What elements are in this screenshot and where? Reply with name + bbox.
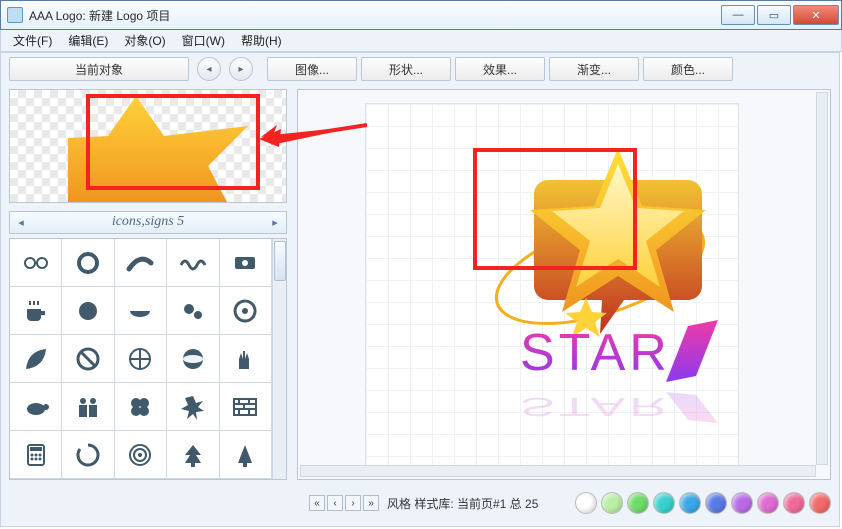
swatch-4[interactable]: [679, 492, 701, 514]
style-next-button[interactable]: ›: [345, 495, 361, 511]
icon-clover[interactable]: [115, 383, 167, 431]
menu-help[interactable]: 帮助(H): [233, 30, 290, 51]
scrollbar-thumb[interactable]: [274, 241, 286, 281]
preview-highlight-box: [86, 94, 260, 190]
svg-text:STAR: STAR: [520, 392, 671, 421]
swatch-9[interactable]: [809, 492, 831, 514]
toolbar: 当前对象 ◂ ▸ 图像... 形状... 效果... 渐变... 颜色...: [1, 53, 839, 85]
right-panel: STAR STAR: [297, 89, 831, 480]
icon-bowl[interactable]: [115, 287, 167, 335]
icon-hand-print[interactable]: [220, 335, 272, 383]
app-icon: [7, 7, 23, 23]
canvas-highlight-box: [473, 148, 637, 270]
swatch-7[interactable]: [757, 492, 779, 514]
window-title: AAA Logo: 新建 Logo 项目: [29, 7, 170, 24]
current-object-button[interactable]: 当前对象: [9, 57, 189, 81]
shape-label: 形状...: [389, 61, 423, 78]
swatch-0[interactable]: [575, 492, 597, 514]
shape-button[interactable]: 形状...: [361, 57, 451, 81]
library-header: ◂ icons,signs 5 ▸: [9, 211, 287, 234]
canvas[interactable]: STAR STAR: [297, 89, 831, 480]
icon-brick-wall[interactable]: [220, 383, 272, 431]
icon-tree-2[interactable]: [220, 431, 272, 479]
app-body: 当前对象 ◂ ▸ 图像... 形状... 效果... 渐变... 颜色... ◂…: [0, 52, 840, 527]
main-split: ◂ icons,signs 5 ▸: [9, 89, 831, 480]
icon-spiral-3[interactable]: [115, 431, 167, 479]
current-object-label: 当前对象: [75, 61, 123, 78]
color-button[interactable]: 颜色...: [643, 57, 733, 81]
menu-bar: 文件(F) 编辑(E) 对象(O) 窗口(W) 帮助(H): [0, 30, 842, 52]
status-bar: « ‹ › » 风格 样式库: 当前页#1 总 25: [9, 486, 831, 520]
icon-globe-1[interactable]: [115, 335, 167, 383]
window-titlebar: AAA Logo: 新建 Logo 项目 — ▭ ✕: [0, 0, 842, 30]
icon-tree-1[interactable]: [167, 431, 219, 479]
icon-people[interactable]: [62, 383, 114, 431]
icon-coffee-cup[interactable]: [10, 287, 62, 335]
swatch-2[interactable]: [627, 492, 649, 514]
menu-window[interactable]: 窗口(W): [174, 30, 233, 51]
close-button[interactable]: ✕: [793, 5, 839, 25]
image-label: 图像...: [295, 61, 329, 78]
icon-phone[interactable]: [220, 239, 272, 287]
minimize-button[interactable]: —: [721, 5, 755, 25]
icon-calculator[interactable]: [10, 431, 62, 479]
nav-next-button[interactable]: ▸: [229, 57, 253, 81]
library-category-label: icons,signs 5: [32, 214, 264, 230]
icon-spiral-flower[interactable]: [220, 287, 272, 335]
canvas-scrollbar-v[interactable]: [816, 92, 828, 465]
library-next-button[interactable]: ▸: [264, 216, 286, 229]
icon-no-smoking[interactable]: [62, 335, 114, 383]
swatch-3[interactable]: [653, 492, 675, 514]
icon-spiral-2[interactable]: [62, 431, 114, 479]
maximize-button[interactable]: ▭: [757, 5, 791, 25]
swatch-8[interactable]: [783, 492, 805, 514]
style-first-button[interactable]: «: [309, 495, 325, 511]
swatch-1[interactable]: [601, 492, 623, 514]
style-prev-button[interactable]: ‹: [327, 495, 343, 511]
icon-ring[interactable]: [62, 239, 114, 287]
color-swatches: [575, 492, 831, 514]
effect-label: 效果...: [483, 61, 517, 78]
icon-turtle[interactable]: [10, 383, 62, 431]
swatch-5[interactable]: [705, 492, 727, 514]
canvas-scrollbar-h[interactable]: [300, 465, 816, 477]
window-controls: — ▭ ✕: [721, 5, 841, 25]
icon-wave[interactable]: [167, 239, 219, 287]
icon-grid-scrollbar[interactable]: [272, 239, 286, 479]
library-prev-button[interactable]: ◂: [10, 216, 32, 229]
style-last-button[interactable]: »: [363, 495, 379, 511]
icon-swoosh[interactable]: [115, 239, 167, 287]
nav-prev-button[interactable]: ◂: [197, 57, 221, 81]
icon-grid-wrap: [9, 238, 287, 480]
icon-globe-2[interactable]: [167, 335, 219, 383]
icon-grid: [10, 239, 272, 479]
gradient-button[interactable]: 渐变...: [549, 57, 639, 81]
style-status-label: 风格 样式库: 当前页#1 总 25: [387, 495, 538, 512]
object-preview: [9, 89, 287, 203]
style-navigator: « ‹ › » 风格 样式库: 当前页#1 总 25: [309, 495, 538, 512]
icon-leaf[interactable]: [10, 335, 62, 383]
icon-gears[interactable]: [167, 287, 219, 335]
gradient-label: 渐变...: [577, 61, 611, 78]
menu-edit[interactable]: 编辑(E): [60, 30, 116, 51]
icon-splat[interactable]: [167, 383, 219, 431]
swatch-6[interactable]: [731, 492, 753, 514]
effect-button[interactable]: 效果...: [455, 57, 545, 81]
color-label: 颜色...: [671, 61, 705, 78]
logo-text: STAR: [520, 324, 671, 382]
left-panel: ◂ icons,signs 5 ▸: [9, 89, 287, 480]
image-button[interactable]: 图像...: [267, 57, 357, 81]
icon-glasses[interactable]: [10, 239, 62, 287]
icon-circle[interactable]: [62, 287, 114, 335]
menu-file[interactable]: 文件(F): [5, 30, 60, 51]
menu-object[interactable]: 对象(O): [116, 30, 173, 51]
